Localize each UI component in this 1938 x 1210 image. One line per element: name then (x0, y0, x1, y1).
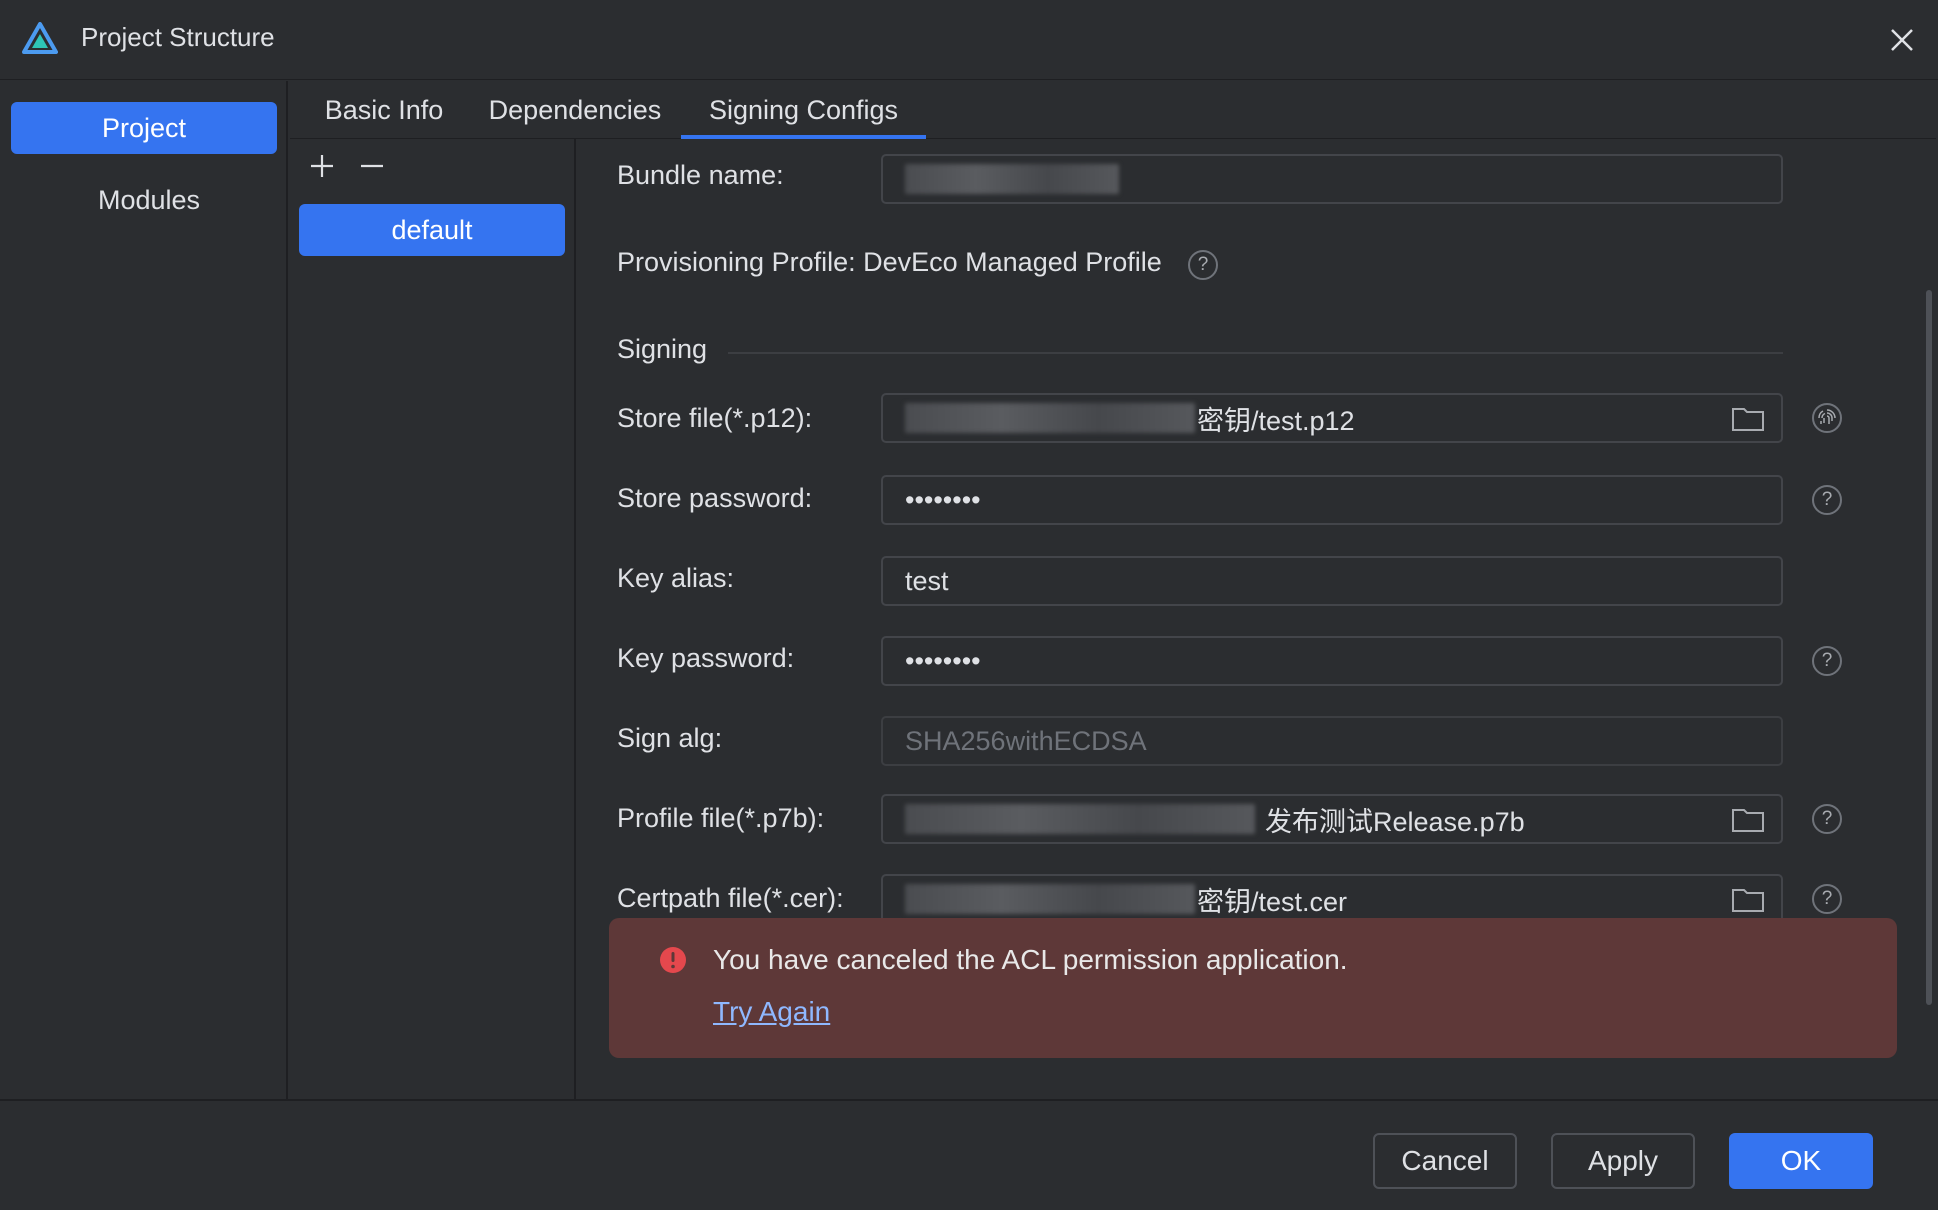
fingerprint-icon[interactable] (1812, 403, 1842, 433)
bundle-name-label: Bundle name: (617, 160, 784, 190)
key-alias-field[interactable]: test (881, 556, 1783, 606)
error-icon (660, 947, 686, 973)
close-button[interactable] (1884, 22, 1920, 58)
signing-form: Bundle name: Provisioning Profile: DevEc… (578, 139, 1938, 924)
redacted-path (905, 884, 1195, 914)
minus-icon (361, 164, 383, 168)
left-nav: Project Modules (0, 81, 288, 1099)
error-notification: You have canceled the ACL permission app… (609, 918, 1897, 1058)
dialog-footer: Cancel Apply OK (0, 1099, 1938, 1210)
bundle-name-field[interactable] (881, 154, 1783, 204)
profile-file-help-icon[interactable]: ? (1812, 804, 1842, 834)
config-item-default[interactable]: default (299, 204, 565, 256)
title-bar: Project Structure (0, 0, 1938, 80)
deveco-logo-icon (22, 22, 58, 54)
profile-file-field[interactable]: 发布测试Release.p7b (881, 794, 1783, 844)
tab-basic-info[interactable]: Basic Info (313, 81, 455, 139)
signing-config-list: default (290, 139, 576, 1099)
certpath-file-label: Certpath file(*.cer): (617, 883, 844, 913)
folder-icon[interactable] (1731, 403, 1765, 433)
nav-item-modules[interactable]: Modules (16, 174, 282, 226)
store-file-field[interactable]: 密钥/test.p12 (881, 393, 1783, 443)
cancel-button[interactable]: Cancel (1373, 1133, 1517, 1189)
sign-alg-field: SHA256withECDSA (881, 716, 1783, 766)
sign-alg-label: Sign alg: (617, 723, 723, 753)
key-password-help-icon[interactable]: ? (1812, 646, 1842, 676)
store-file-label: Store file(*.p12): (617, 403, 813, 433)
certpath-file-field[interactable]: 密钥/test.cer (881, 874, 1783, 924)
store-password-label: Store password: (617, 483, 813, 513)
provisioning-profile-label: Provisioning Profile: DevEco Managed Pro… (617, 247, 1162, 277)
redacted-value (905, 164, 1119, 194)
store-password-field[interactable]: •••••••• (881, 475, 1783, 525)
redacted-path (905, 403, 1195, 433)
section-divider (728, 352, 1783, 354)
certpath-file-value: 密钥/test.cer (1197, 886, 1348, 917)
remove-config-button[interactable] (355, 149, 389, 183)
tab-dependencies[interactable]: Dependencies (480, 81, 670, 139)
provisioning-help-icon[interactable]: ? (1188, 250, 1218, 280)
add-config-button[interactable] (305, 149, 339, 183)
fingerprint-glyph (1818, 409, 1836, 424)
apply-button[interactable]: Apply (1551, 1133, 1695, 1189)
error-message: You have canceled the ACL permission app… (713, 944, 1348, 975)
profile-file-label: Profile file(*.p7b): (617, 803, 825, 833)
folder-icon[interactable] (1731, 804, 1765, 834)
close-icon (1891, 29, 1913, 51)
nav-item-project[interactable]: Project (11, 102, 277, 154)
try-again-link[interactable]: Try Again (713, 996, 830, 1028)
plus-icon (311, 155, 333, 177)
key-alias-label: Key alias: (617, 563, 735, 593)
store-password-help-icon[interactable]: ? (1812, 485, 1842, 515)
folder-icon[interactable] (1731, 884, 1765, 914)
key-password-field[interactable]: •••••••• (881, 636, 1783, 686)
form-scrollbar[interactable] (1926, 290, 1932, 1005)
redacted-path (905, 804, 1255, 834)
profile-file-value: 发布测试Release.p7b (1265, 806, 1525, 837)
ok-button[interactable]: OK (1729, 1133, 1873, 1189)
key-password-label: Key password: (617, 643, 795, 673)
store-file-value: 密钥/test.p12 (1197, 405, 1355, 436)
tab-signing-configs[interactable]: Signing Configs (681, 81, 926, 139)
certpath-file-help-icon[interactable]: ? (1812, 884, 1842, 914)
tab-bar: Basic Info Dependencies Signing Configs (290, 81, 1936, 139)
window-title: Project Structure (81, 22, 275, 52)
signing-section-title: Signing (617, 334, 708, 364)
